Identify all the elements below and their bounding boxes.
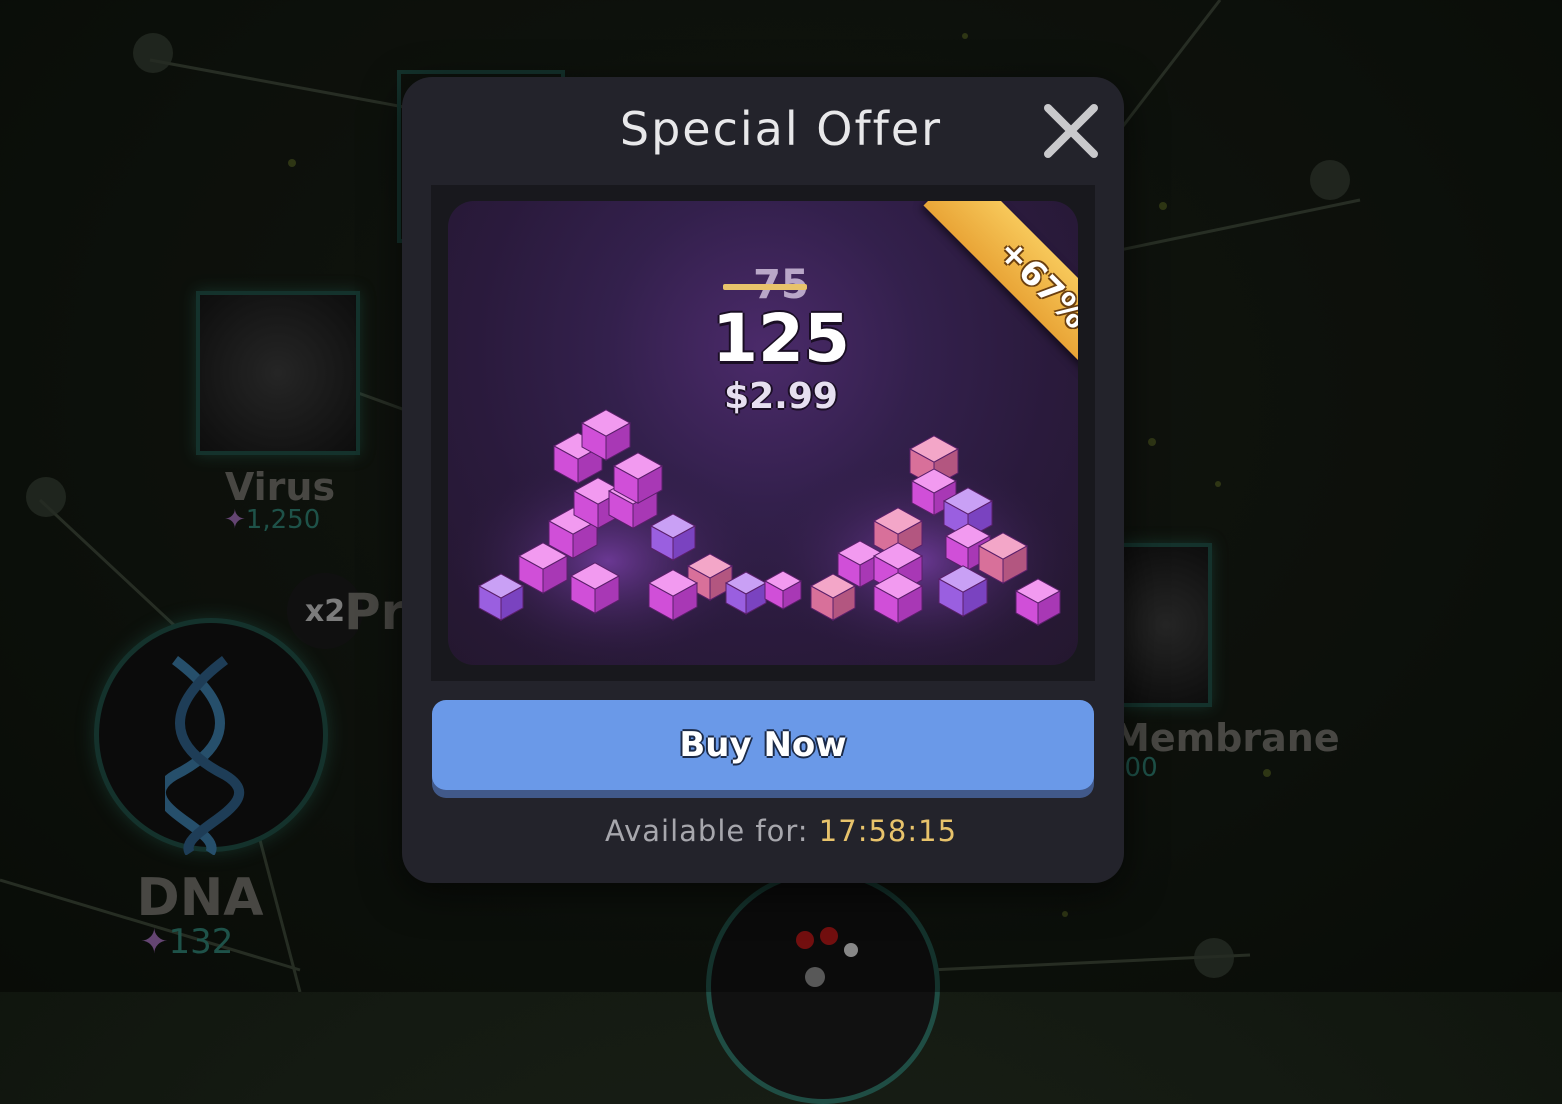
- close-icon: [1044, 104, 1098, 158]
- modal-title: Special Offer: [619, 102, 943, 156]
- close-button[interactable]: [1040, 100, 1102, 162]
- offer-amount: 125: [712, 300, 850, 377]
- availability-timer: Available for: 17:58:15: [0, 814, 1562, 848]
- available-label: Available for:: [604, 814, 809, 848]
- buy-now-button[interactable]: Buy Now: [432, 700, 1094, 790]
- strikethrough-line: [723, 284, 807, 290]
- countdown-time: 17:58:15: [818, 814, 958, 848]
- offer-price: $2.99: [724, 376, 838, 417]
